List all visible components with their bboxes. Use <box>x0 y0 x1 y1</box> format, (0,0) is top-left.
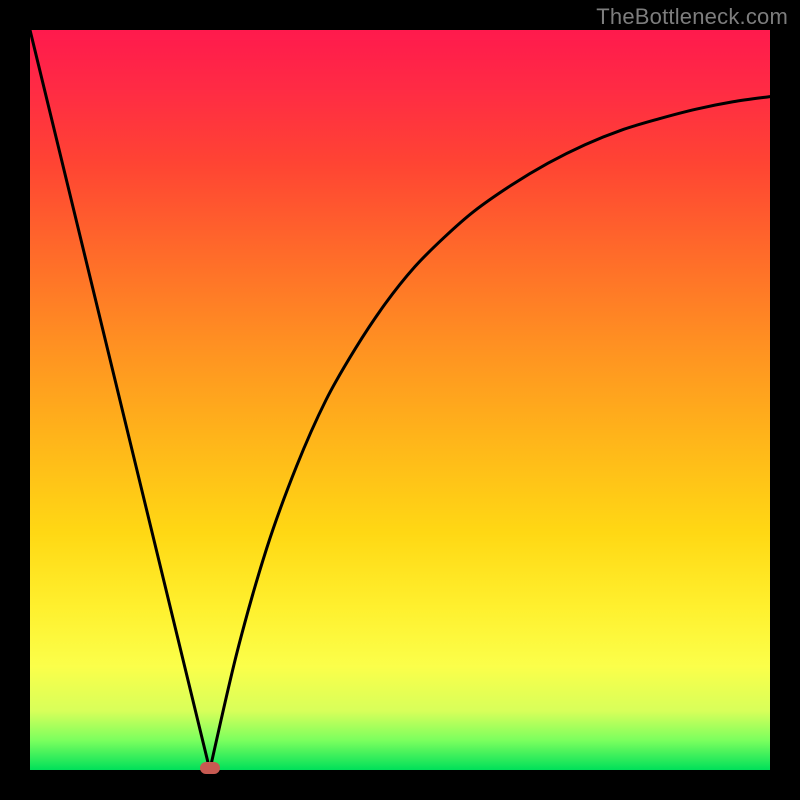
curve-svg <box>30 30 770 770</box>
bottleneck-curve <box>30 30 770 770</box>
chart-frame: TheBottleneck.com <box>0 0 800 800</box>
plot-area <box>30 30 770 770</box>
watermark-label: TheBottleneck.com <box>596 4 788 30</box>
minimum-marker <box>200 762 220 774</box>
